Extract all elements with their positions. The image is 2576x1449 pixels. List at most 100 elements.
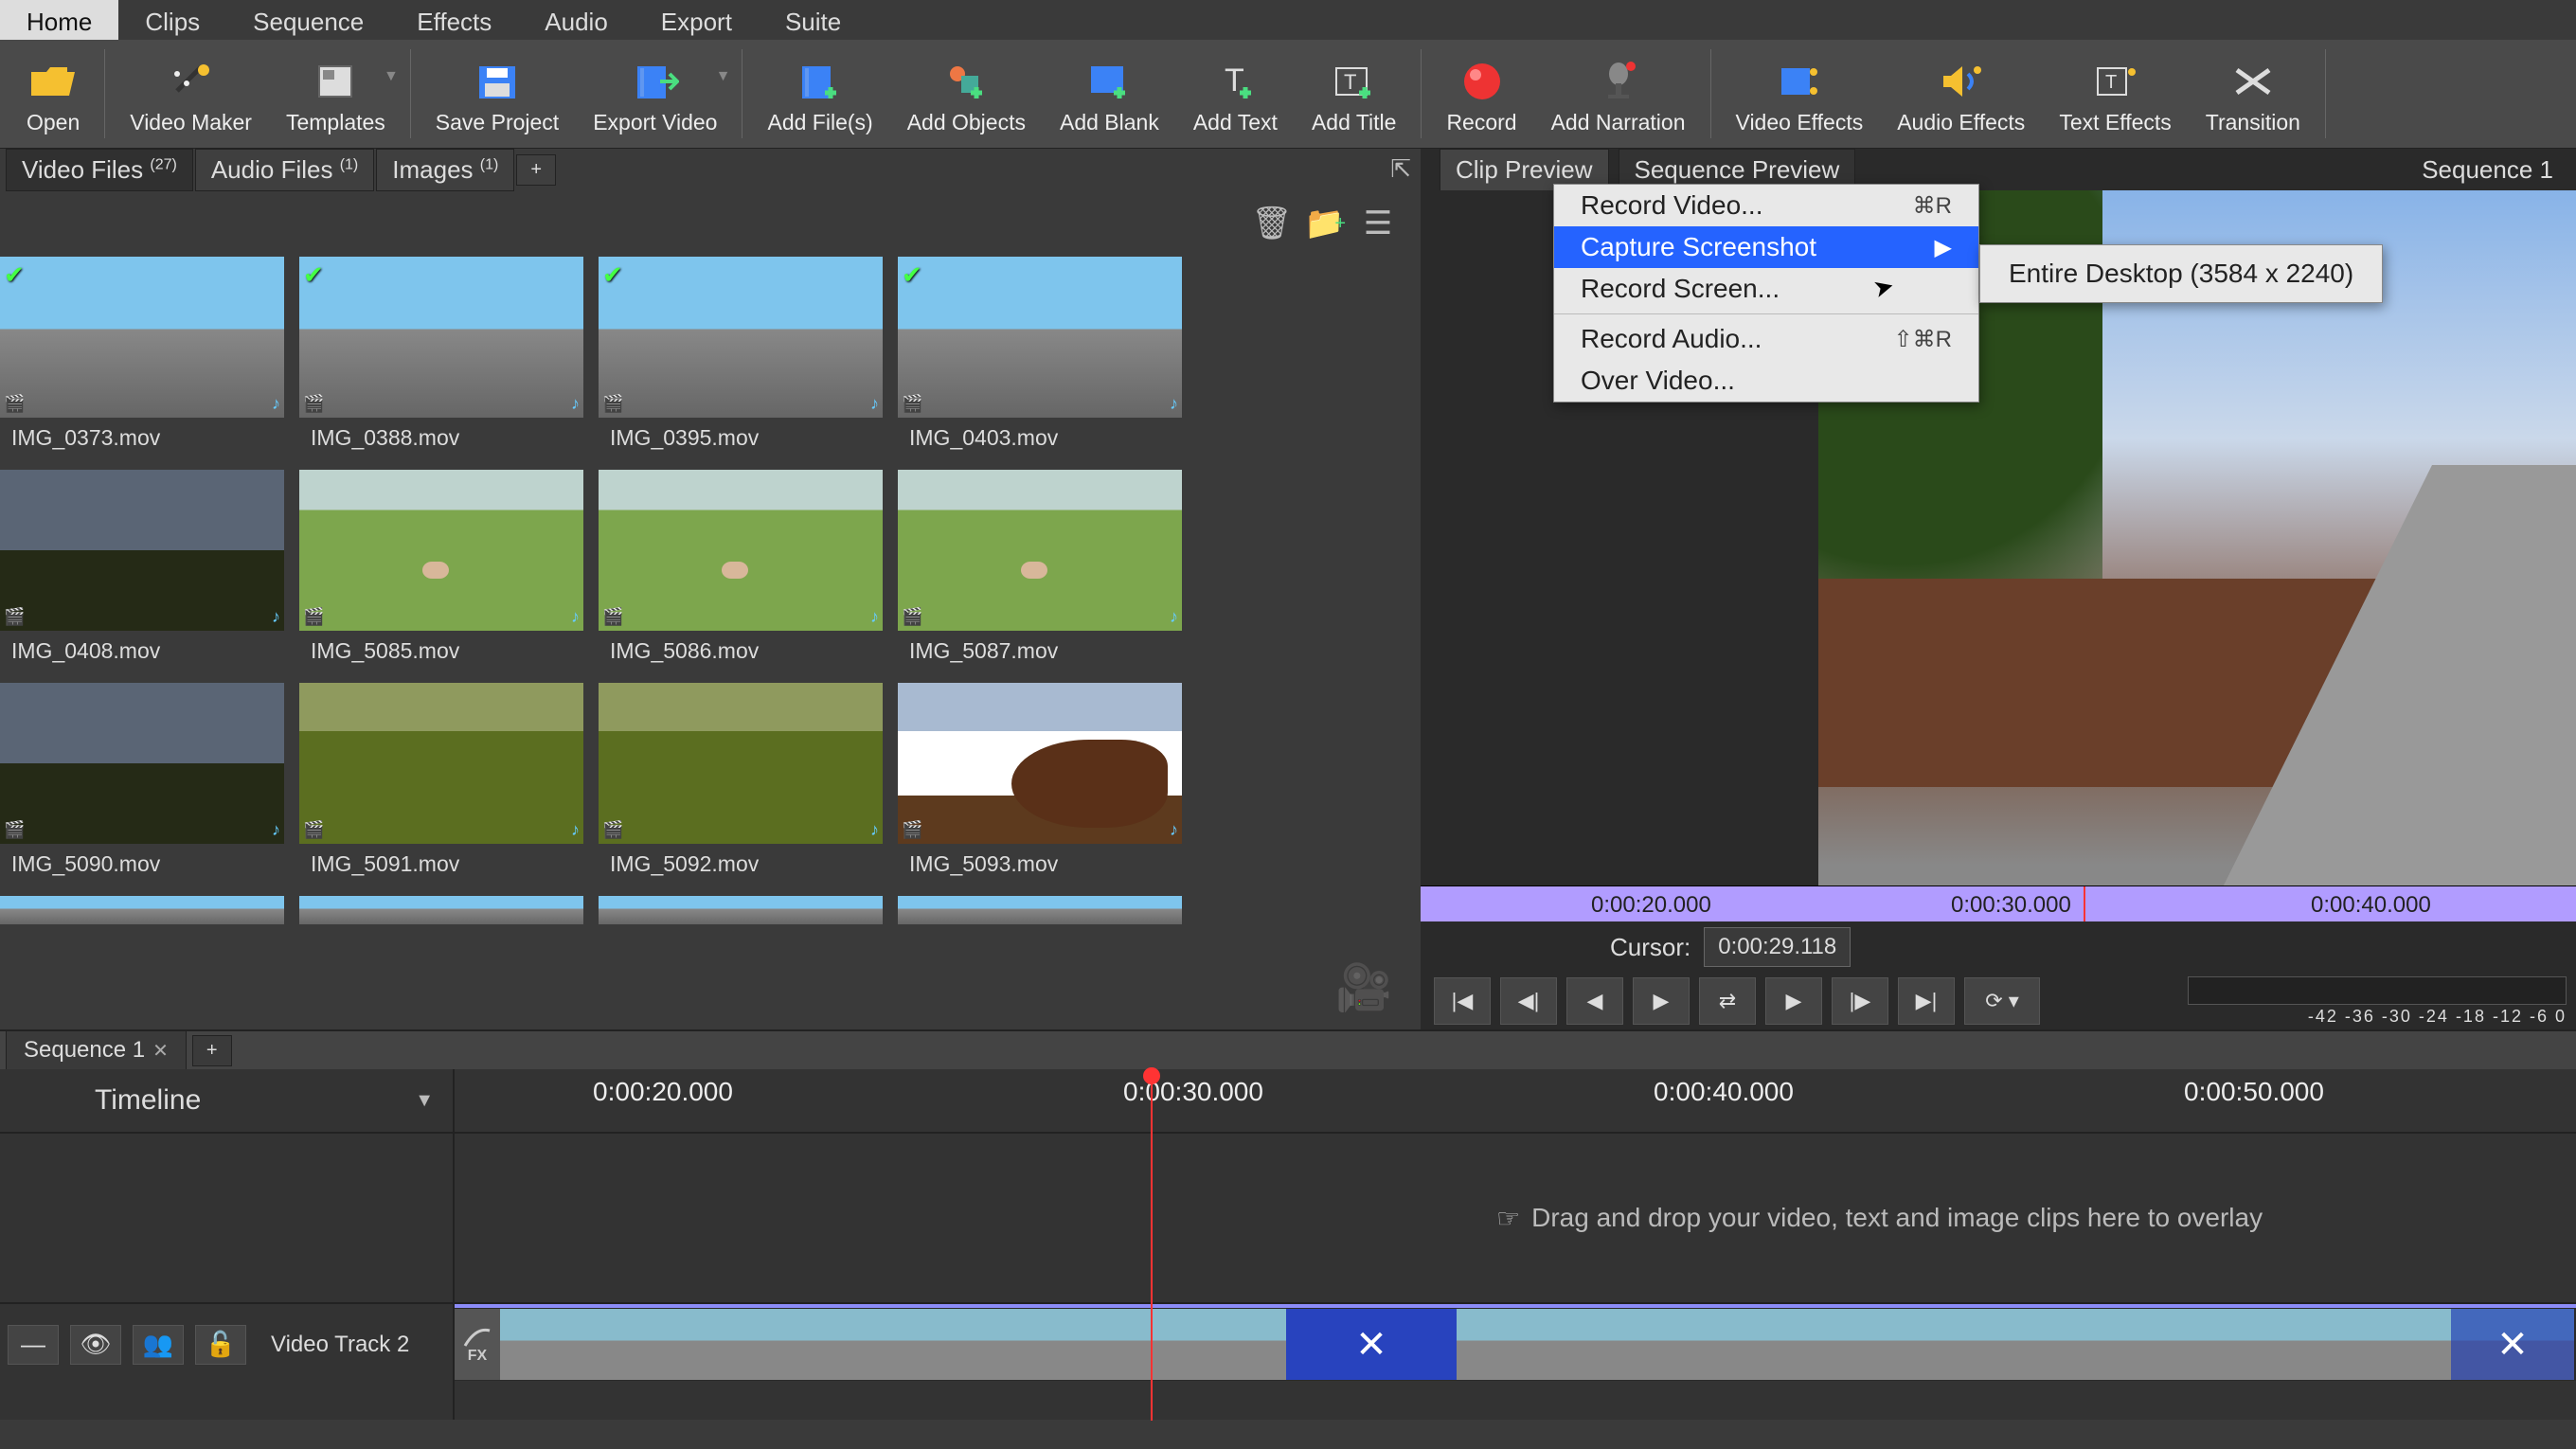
timeline-clip[interactable] [1788,1309,2120,1380]
fx-button[interactable]: FX [455,1309,500,1380]
loop-button[interactable]: ⇄ [1699,977,1756,1025]
timeline-clip[interactable] [1457,1309,1788,1380]
media-item[interactable] [599,896,883,924]
menu-capture-screenshot[interactable]: Capture Screenshot▶ [1554,226,1978,268]
overlay-track[interactable]: ☞Drag and drop your video, text and imag… [455,1134,2576,1304]
export-video-button[interactable]: Export Video▼ [576,40,734,148]
add-objects-button[interactable]: Add Objects [890,40,1043,148]
timeline-clip[interactable] [633,1309,974,1380]
menu-sequence[interactable]: Sequence [226,0,390,40]
trash-icon[interactable]: 🗑 [1252,204,1292,243]
media-item[interactable]: ✔🎬♪IMG_0388.mov [299,257,583,451]
media-item[interactable]: ✔🎬♪IMG_0395.mov [599,257,883,451]
cursor-time-field[interactable]: 0:00:29.118 [1704,927,1851,967]
step-back-button[interactable]: ◀ [1566,977,1623,1025]
tab-images[interactable]: Images (1) [376,149,514,191]
add-narration-button[interactable]: Add Narration [1534,40,1703,148]
media-item[interactable]: ✔🎬♪IMG_0373.mov [0,257,284,451]
add-folder-icon[interactable]: 📁+ [1305,204,1345,243]
media-item[interactable] [0,896,284,924]
menu-audio[interactable]: Audio [518,0,635,40]
track-solo-button[interactable]: 👥 [133,1325,184,1365]
camera-icon[interactable]: 🎥 [1335,960,1392,1014]
skip-end-button[interactable]: ▶| [1898,977,1955,1025]
microphone-icon [1595,61,1642,102]
step-forward-button[interactable]: ▶ [1765,977,1822,1025]
media-item[interactable] [898,896,1182,924]
transition-icon: ✕ [2451,1309,2574,1380]
video-track-2[interactable]: FX ✕ ✕ [455,1304,2576,1385]
track-lock-button[interactable]: 🔓 [195,1325,246,1365]
media-item[interactable]: 🎬♪IMG_5087.mov [898,470,1182,664]
list-view-icon[interactable]: ☰ [1358,204,1398,243]
media-item[interactable]: 🎬♪IMG_5093.mov [898,683,1182,877]
tab-audio-files[interactable]: Audio Files (1) [195,149,374,191]
play-button[interactable]: ▶ [1633,977,1690,1025]
menu-clips[interactable]: Clips [118,0,226,40]
media-panel: Video Files (27) Audio Files (1) Images … [0,149,1421,1029]
playback-controls: |◀ ◀| ◀ ▶ ⇄ ▶ |▶ ▶| ⟳ ▾ -42 -36 -30 -24 … [1421,973,2576,1029]
audio-badge-icon: ♪ [272,394,280,414]
media-item[interactable]: 🎬♪IMG_0408.mov [0,470,284,664]
add-timeline-tab-button[interactable]: + [192,1035,232,1066]
vu-meter [2188,976,2567,1005]
menu-home[interactable]: Home [0,0,118,40]
pin-icon[interactable]: ⇱ [1390,154,1411,184]
audio-badge-icon: ♪ [870,820,879,840]
timeline-ruler[interactable]: 0:00:20.000 0:00:30.000 0:00:40.000 0:00… [455,1069,2576,1134]
transition-button[interactable]: Transition [2189,40,2317,148]
media-item[interactable]: 🎬♪IMG_5091.mov [299,683,583,877]
templates-button[interactable]: Templates▼ [269,40,402,148]
add-files-button[interactable]: Add File(s) [750,40,889,148]
timeline-tab-sequence-1[interactable]: Sequence 1✕ [6,1030,187,1070]
close-icon[interactable]: ✕ [152,1039,169,1063]
menu-record-screen[interactable]: Record Screen... [1554,268,1978,310]
timeline-clip[interactable] [2120,1309,2451,1380]
open-button[interactable]: Open [9,40,97,148]
track-collapse-button[interactable]: — [8,1325,59,1365]
video-maker-button[interactable]: Video Maker [113,40,269,148]
audio-effects-button[interactable]: Audio Effects [1880,40,2042,148]
timeline-playhead[interactable] [1151,1069,1153,1421]
menu-export[interactable]: Export [635,0,759,40]
video-badge-icon: 🎬 [602,820,623,840]
used-check-icon: ✔ [602,260,623,290]
timeline-mode-dropdown[interactable]: Timeline▼ [0,1069,453,1134]
speed-button[interactable]: ⟳ ▾ [1964,977,2040,1025]
prev-clip-button[interactable]: ◀| [1500,977,1557,1025]
next-clip-button[interactable]: |▶ [1832,977,1888,1025]
media-item[interactable]: 🎬♪IMG_5090.mov [0,683,284,877]
menu-suite[interactable]: Suite [759,0,868,40]
media-item[interactable]: 🎬♪IMG_5086.mov [599,470,883,664]
text-effects-button[interactable]: TText Effects [2042,40,2188,148]
preview-scrubber[interactable]: 0:00:20.000 0:00:30.000 0:00:40.000 [1421,886,2576,921]
media-item[interactable] [299,896,583,924]
record-button[interactable]: Record [1429,40,1533,148]
timeline-tracks-area[interactable]: 0:00:20.000 0:00:30.000 0:00:40.000 0:00… [455,1069,2576,1420]
timeline-clip[interactable] [974,1309,1286,1380]
add-tab-button[interactable]: + [516,154,556,186]
timeline-transition[interactable]: ✕ [2451,1309,2574,1380]
media-item[interactable]: 🎬♪IMG_5085.mov [299,470,583,664]
tab-video-files[interactable]: Video Files (27) [6,149,193,191]
video-effects-button[interactable]: Video Effects [1719,40,1881,148]
media-item[interactable]: ✔🎬♪IMG_0403.mov [898,257,1182,451]
menu-over-video[interactable]: Over Video... [1554,360,1978,402]
media-item[interactable]: 🎬♪IMG_5092.mov [599,683,883,877]
audio-badge-icon: ♪ [1170,394,1178,414]
save-project-button[interactable]: Save Project [419,40,576,148]
timeline-clip[interactable] [500,1309,633,1380]
skip-start-button[interactable]: |◀ [1434,977,1491,1025]
menu-record-audio[interactable]: Record Audio...⇧⌘R [1554,318,1978,360]
add-blank-button[interactable]: Add Blank [1043,40,1176,148]
video-badge-icon: 🎬 [4,607,25,627]
preview-playhead[interactable] [2084,886,2085,921]
menu-entire-desktop[interactable]: Entire Desktop (3584 x 2240) [1980,251,2382,296]
track-visibility-button[interactable]: 👁 [70,1325,121,1365]
add-text-button[interactable]: TAdd Text [1176,40,1295,148]
timeline-transition[interactable]: ✕ [1286,1309,1457,1380]
menu-record-video[interactable]: Record Video...⌘R [1554,185,1978,226]
timeline-panel: Timeline▼ — 👁 👥 🔓 Video Track 2 0:00:20.… [0,1069,2576,1420]
add-title-button[interactable]: TAdd Title [1295,40,1414,148]
menu-effects[interactable]: Effects [390,0,518,40]
